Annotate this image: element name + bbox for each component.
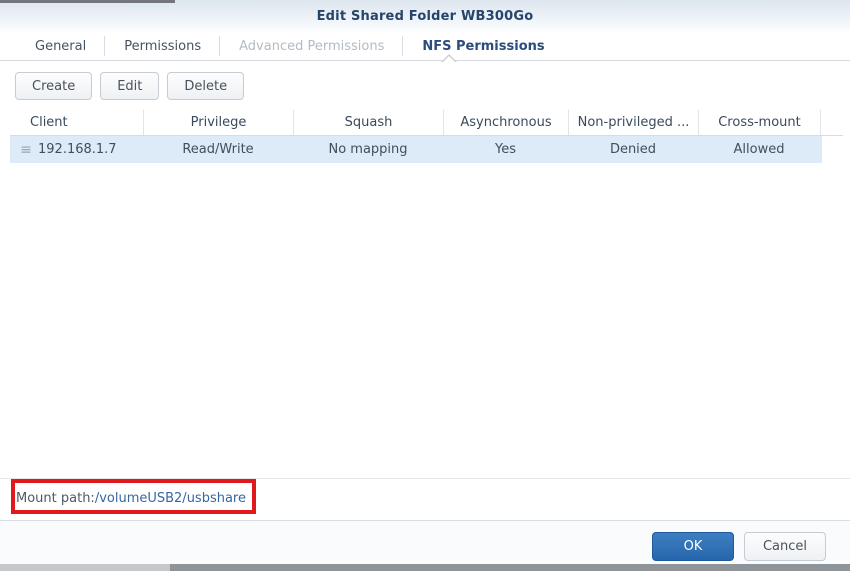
tab-permissions-label: Permissions xyxy=(124,39,201,54)
create-button[interactable]: Create xyxy=(15,72,92,100)
active-tab-caret-icon xyxy=(441,54,457,62)
dialog-footer: OK Cancel xyxy=(0,520,850,564)
column-header-client[interactable]: Client xyxy=(10,110,143,135)
table-header-row: Client Privilege Squash Asynchronous Non… xyxy=(10,110,843,136)
tab-general[interactable]: General xyxy=(16,32,105,60)
mount-path-value: /volumeUSB2/usbshare xyxy=(95,491,246,506)
column-header-non-privileged[interactable]: Non-privileged ... xyxy=(568,110,698,135)
tab-general-label: General xyxy=(35,39,86,54)
column-header-squash[interactable]: Squash xyxy=(293,110,443,135)
ok-button[interactable]: OK xyxy=(652,532,734,561)
tab-permissions[interactable]: Permissions xyxy=(105,32,220,60)
nfs-toolbar: Create Edit Delete xyxy=(15,72,244,100)
cancel-button[interactable]: Cancel xyxy=(744,532,826,561)
cell-non-privileged: Denied xyxy=(568,136,698,163)
cell-asynchronous: Yes xyxy=(443,136,568,163)
cell-client: ≡ 192.168.1.7 xyxy=(10,136,143,163)
column-header-privilege[interactable]: Privilege xyxy=(143,110,293,135)
nfs-rules-table: Client Privilege Squash Asynchronous Non… xyxy=(10,110,843,163)
cell-squash: No mapping xyxy=(293,136,443,163)
table-row[interactable]: ≡ 192.168.1.7 Read/Write No mapping Yes … xyxy=(10,136,822,163)
dialog-titlebar: Edit Shared Folder WB300Go xyxy=(0,0,850,32)
window-bottom-edge-left xyxy=(0,564,170,571)
client-value: 192.168.1.7 xyxy=(38,142,117,157)
tab-nfs-permissions-label: NFS Permissions xyxy=(422,39,544,54)
tab-bar: General Permissions Advanced Permissions… xyxy=(0,32,850,61)
window-top-edge xyxy=(0,0,175,3)
edit-shared-folder-dialog: Edit Shared Folder WB300Go General Permi… xyxy=(0,0,850,571)
tab-advanced-permissions-label: Advanced Permissions xyxy=(239,39,384,54)
tab-advanced-permissions: Advanced Permissions xyxy=(220,32,403,60)
cell-privilege: Read/Write xyxy=(143,136,293,163)
row-drag-handle-icon[interactable]: ≡ xyxy=(14,142,38,158)
column-header-asynchronous[interactable]: Asynchronous xyxy=(443,110,568,135)
status-bar: Mount path:/volumeUSB2/usbshare xyxy=(0,478,850,518)
dialog-title: Edit Shared Folder WB300Go xyxy=(317,9,534,24)
edit-button[interactable]: Edit xyxy=(100,72,159,100)
tab-nfs-permissions[interactable]: NFS Permissions xyxy=(403,32,563,60)
column-header-spacer xyxy=(820,110,843,135)
delete-button[interactable]: Delete xyxy=(167,72,244,100)
column-header-cross-mount[interactable]: Cross-mount xyxy=(698,110,820,135)
mount-path-label: Mount path: xyxy=(16,491,95,506)
cell-cross-mount: Allowed xyxy=(698,136,820,163)
